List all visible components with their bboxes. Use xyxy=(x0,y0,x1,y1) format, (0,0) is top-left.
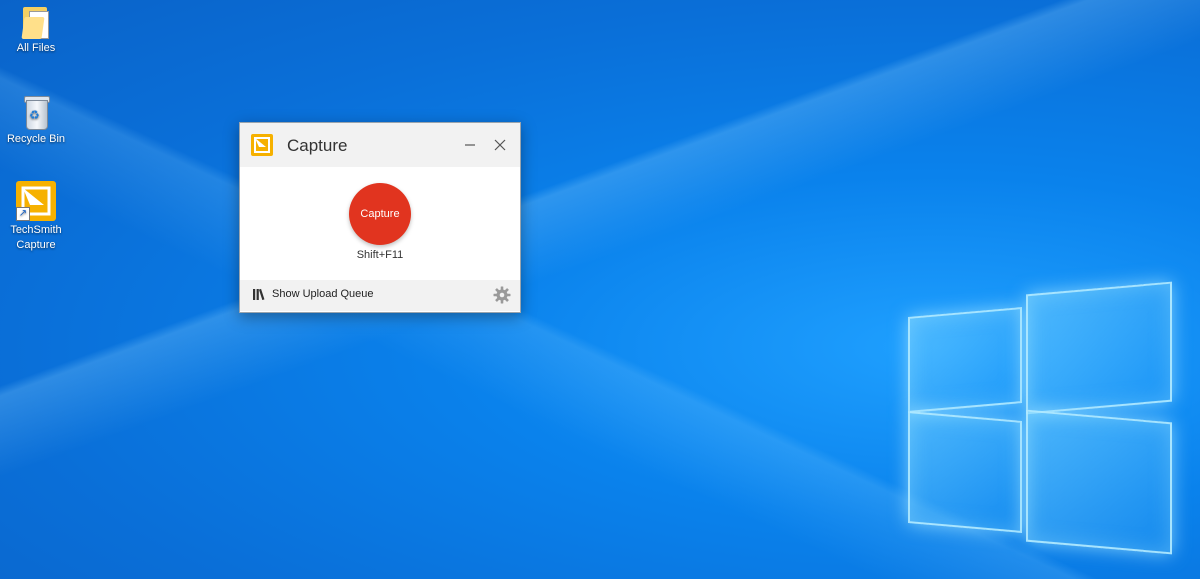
desktop-icon-recycle-bin[interactable]: ♻ Recycle Bin xyxy=(0,94,72,147)
desktop-icon-all-files[interactable]: All Files xyxy=(0,5,72,56)
minimize-icon xyxy=(465,144,475,146)
close-button[interactable] xyxy=(488,133,512,157)
upload-queue-label: Show Upload Queue xyxy=(272,288,374,300)
recycle-bin-icon: ♻ xyxy=(20,94,52,130)
desktop-icon-label: All Files xyxy=(16,42,56,54)
folder-icon xyxy=(21,5,51,39)
desktop-icon-label: Capture xyxy=(16,239,56,251)
window-title: Capture xyxy=(287,136,348,155)
logo-pane xyxy=(1026,281,1172,415)
window-footer: Show Upload Queue xyxy=(240,280,520,311)
library-icon xyxy=(253,288,265,300)
show-upload-queue-link[interactable]: Show Upload Queue xyxy=(253,288,374,300)
techsmith-capture-icon: ↗ xyxy=(16,181,56,221)
logo-pane xyxy=(1026,409,1172,555)
desktop-icon-label: TechSmith xyxy=(10,224,62,236)
windows-logo xyxy=(890,270,1190,560)
logo-pane xyxy=(908,307,1022,413)
desktop-icon-techsmith-capture[interactable]: ↗ TechSmith Capture xyxy=(0,181,72,253)
techsmith-capture-icon xyxy=(251,134,273,156)
capture-hotkey: Shift+F11 xyxy=(356,249,404,261)
shortcut-arrow-icon: ↗ xyxy=(16,207,30,221)
capture-button[interactable]: Capture xyxy=(349,183,411,245)
desktop-background xyxy=(0,0,1200,579)
close-icon xyxy=(494,139,506,151)
capture-panel: Capture Shift+F11 xyxy=(240,167,520,280)
title-bar[interactable]: Capture xyxy=(240,123,520,167)
capture-window: Capture Capture Shift+F11 Show Upload Qu… xyxy=(239,122,521,313)
desktop-icon-label: Recycle Bin xyxy=(6,133,66,145)
minimize-button[interactable] xyxy=(458,133,482,157)
logo-pane xyxy=(908,411,1022,533)
gear-icon[interactable] xyxy=(493,286,511,304)
